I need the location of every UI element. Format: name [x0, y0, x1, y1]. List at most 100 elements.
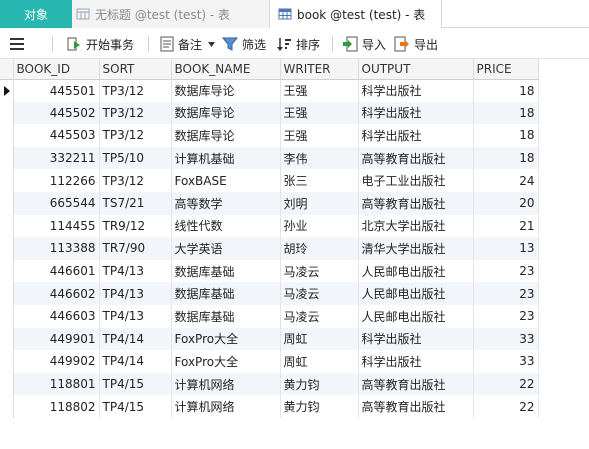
row-marker[interactable]	[0, 259, 14, 283]
row-marker[interactable]	[0, 124, 14, 147]
table-cell[interactable]: 人民邮电出版社	[358, 304, 474, 328]
table-cell[interactable]: 周虹	[280, 350, 359, 373]
table-cell[interactable]: 黄力钧	[280, 395, 359, 418]
table-row[interactable]: 112266 TP3/12 FoxBASE 张三 电子工业出版社 24	[0, 169, 539, 192]
row-marker[interactable]	[0, 101, 14, 125]
table-cell[interactable]: 王强	[280, 124, 359, 147]
table-cell[interactable]: TR7/90	[99, 237, 172, 260]
table-cell[interactable]: 李伟	[280, 146, 359, 170]
table-cell[interactable]: TP3/12	[99, 79, 172, 102]
table-cell[interactable]: 大学英语	[171, 237, 281, 260]
table-cell[interactable]: 刘明	[280, 191, 359, 215]
column-header[interactable]: BOOK_ID	[13, 59, 100, 80]
table-cell[interactable]: 445501	[13, 79, 100, 102]
table-cell[interactable]: 科学出版社	[358, 101, 474, 125]
table-cell[interactable]: 胡玲	[280, 237, 359, 260]
table-cell[interactable]: TP4/14	[99, 350, 172, 373]
table-cell[interactable]: 清华大学出版社	[358, 237, 474, 260]
table-cell[interactable]: 马凌云	[280, 304, 359, 328]
table-cell[interactable]: FoxPro大全	[171, 327, 281, 351]
memo-button[interactable]: 备注	[160, 33, 202, 55]
table-cell[interactable]: 黄力钧	[280, 372, 359, 396]
table-cell[interactable]: 23	[473, 282, 539, 305]
row-marker[interactable]	[0, 304, 14, 328]
begin-transaction-button[interactable]: 开始事务	[66, 33, 134, 55]
table-cell[interactable]: TP5/10	[99, 146, 172, 170]
table-cell[interactable]: 数据库基础	[171, 304, 281, 328]
table-cell[interactable]: 科学出版社	[358, 124, 474, 147]
table-cell[interactable]: 马凌云	[280, 282, 359, 305]
table-cell[interactable]: TP4/15	[99, 395, 172, 418]
row-marker[interactable]	[0, 395, 14, 418]
table-row[interactable]: 114455 TR9/12 线性代数 孙业 北京大学出版社 21	[0, 214, 539, 238]
table-cell[interactable]: 王强	[280, 79, 359, 102]
table-cell[interactable]: TP3/12	[99, 124, 172, 147]
table-row[interactable]: 446602 TP4/13 数据库基础 马凌云 人民邮电出版社 23	[0, 282, 539, 305]
table-cell[interactable]: 446602	[13, 282, 100, 305]
table-row[interactable]: 445501 TP3/12 数据库导论 王强 科学出版社 18	[0, 79, 539, 102]
table-cell[interactable]: 18	[473, 146, 539, 170]
row-marker[interactable]	[0, 146, 14, 170]
table-cell[interactable]: TP3/12	[99, 101, 172, 125]
table-cell[interactable]: TP4/15	[99, 372, 172, 396]
row-marker[interactable]	[0, 237, 14, 260]
row-marker[interactable]	[0, 372, 14, 396]
table-cell[interactable]: 马凌云	[280, 259, 359, 283]
table-cell[interactable]: TP4/13	[99, 304, 172, 328]
table-cell[interactable]: 22	[473, 395, 539, 418]
table-row[interactable]: 445502 TP3/12 数据库导论 王强 科学出版社 18	[0, 101, 539, 125]
row-marker[interactable]	[0, 79, 14, 102]
row-marker[interactable]	[0, 327, 14, 351]
table-row[interactable]: 332211 TP5/10 计算机基础 李伟 高等教育出版社 18	[0, 146, 539, 170]
table-cell[interactable]: 科学出版社	[358, 327, 474, 351]
table-cell[interactable]: 数据库导论	[171, 124, 281, 147]
table-cell[interactable]: 24	[473, 169, 539, 192]
table-cell[interactable]: 449901	[13, 327, 100, 351]
table-cell[interactable]: 王强	[280, 101, 359, 125]
table-cell[interactable]: FoxBASE	[171, 169, 281, 192]
table-cell[interactable]: 高等教育出版社	[358, 146, 474, 170]
row-marker[interactable]	[0, 214, 14, 238]
tab-untitled-table[interactable]: 无标题 @test (test) - 表	[72, 0, 270, 28]
table-cell[interactable]: TP4/14	[99, 327, 172, 351]
table-cell[interactable]: 114455	[13, 214, 100, 238]
table-cell[interactable]: TP4/13	[99, 259, 172, 283]
table-cell[interactable]: 高等数学	[171, 191, 281, 215]
table-cell[interactable]: 22	[473, 372, 539, 396]
table-cell[interactable]: TP4/13	[99, 282, 172, 305]
table-cell[interactable]: 孙业	[280, 214, 359, 238]
tab-book-table[interactable]: book @test (test) - 表	[270, 0, 442, 28]
memo-dropdown-button[interactable]	[208, 33, 219, 55]
table-cell[interactable]: 445502	[13, 101, 100, 125]
table-row[interactable]: 446603 TP4/13 数据库基础 马凌云 人民邮电出版社 23	[0, 304, 539, 328]
table-cell[interactable]: 113388	[13, 237, 100, 260]
menu-button[interactable]	[10, 33, 32, 55]
table-cell[interactable]: TS7/21	[99, 191, 172, 215]
table-cell[interactable]: 线性代数	[171, 214, 281, 238]
table-cell[interactable]: 665544	[13, 191, 100, 215]
column-header[interactable]: WRITER	[280, 59, 359, 80]
row-marker[interactable]	[0, 350, 14, 373]
table-cell[interactable]: 数据库导论	[171, 79, 281, 102]
table-cell[interactable]: 计算机基础	[171, 146, 281, 170]
table-cell[interactable]: TR9/12	[99, 214, 172, 238]
table-cell[interactable]: 数据库基础	[171, 282, 281, 305]
table-row[interactable]: 449901 TP4/14 FoxPro大全 周虹 科学出版社 33	[0, 327, 539, 351]
table-cell[interactable]: 449902	[13, 350, 100, 373]
table-cell[interactable]: 118801	[13, 372, 100, 396]
table-cell[interactable]: 周虹	[280, 327, 359, 351]
table-cell[interactable]: 高等教育出版社	[358, 191, 474, 215]
table-cell[interactable]: TP3/12	[99, 169, 172, 192]
table-cell[interactable]: FoxPro大全	[171, 350, 281, 373]
table-cell[interactable]: 电子工业出版社	[358, 169, 474, 192]
table-row[interactable]: 113388 TR7/90 大学英语 胡玲 清华大学出版社 13	[0, 237, 539, 260]
table-row[interactable]: 118802 TP4/15 计算机网络 黄力钧 高等教育出版社 22	[0, 395, 539, 418]
table-cell[interactable]: 20	[473, 191, 539, 215]
table-cell[interactable]: 18	[473, 79, 539, 102]
table-cell[interactable]: 33	[473, 350, 539, 373]
table-cell[interactable]: 446601	[13, 259, 100, 283]
table-cell[interactable]: 高等教育出版社	[358, 395, 474, 418]
table-row[interactable]: 665544 TS7/21 高等数学 刘明 高等教育出版社 20	[0, 191, 539, 215]
table-cell[interactable]: 112266	[13, 169, 100, 192]
table-cell[interactable]: 计算机网络	[171, 372, 281, 396]
